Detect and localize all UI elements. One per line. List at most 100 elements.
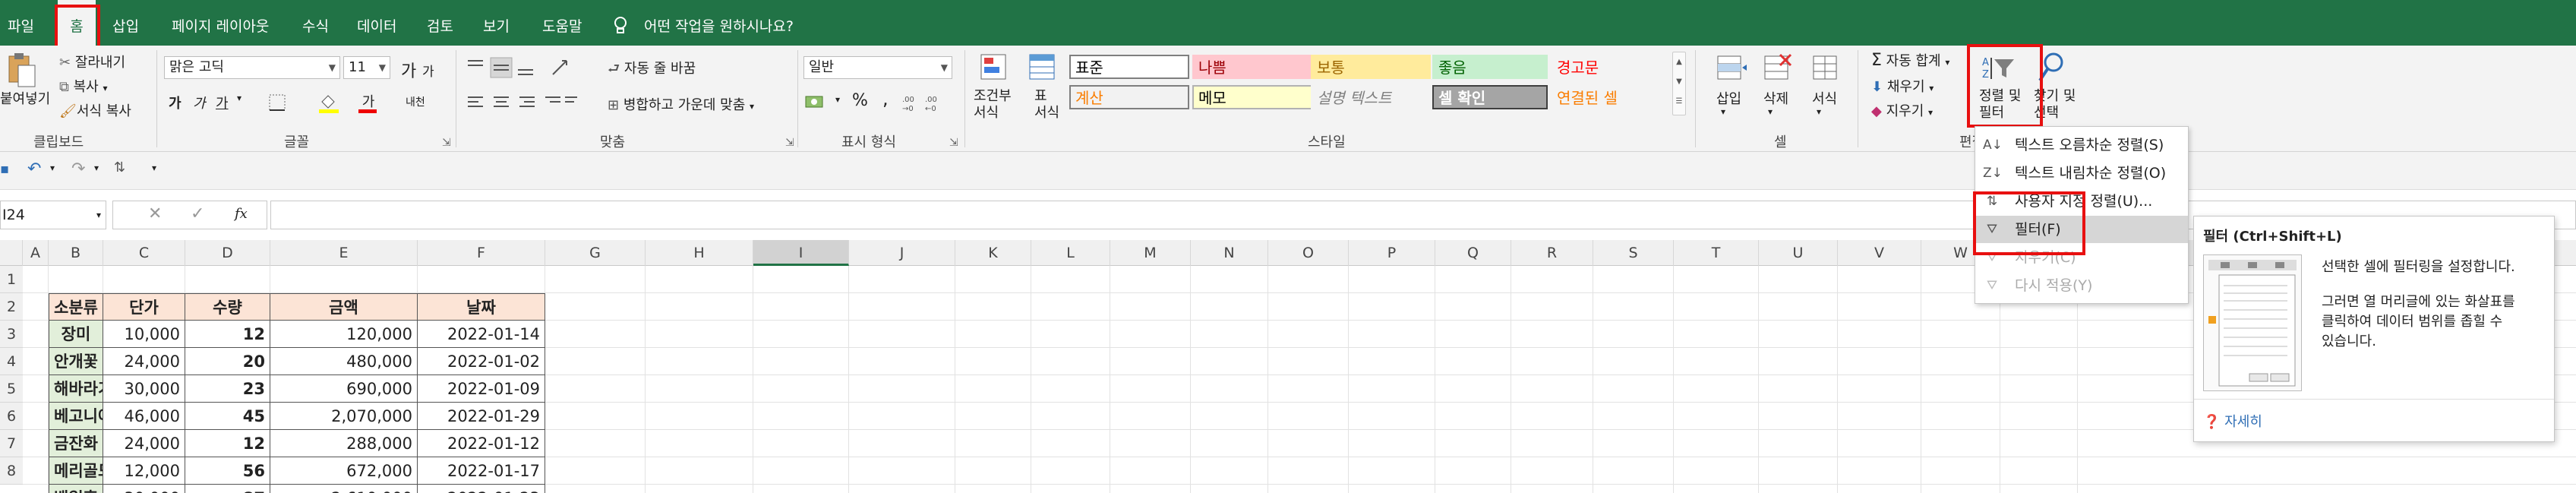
italic-button[interactable]: 가 xyxy=(193,93,206,112)
find-select-icon[interactable] xyxy=(2037,50,2070,85)
sort-filter-icon[interactable]: AZ xyxy=(1982,52,2017,85)
table-cell[interactable]: 2022-01-23 xyxy=(418,485,545,493)
alignment-dialog-launcher-icon[interactable]: ⇲ xyxy=(785,137,794,149)
table-cell[interactable]: 672,000 xyxy=(270,457,418,485)
table-row-label[interactable]: 장미 xyxy=(49,321,103,348)
format-painter-button[interactable]: 🖌서식 복사 xyxy=(59,100,131,120)
cell-style-linked[interactable]: 연결된 셀 xyxy=(1551,85,1671,109)
cut-button[interactable]: ✂ 잘라내기 xyxy=(59,52,125,71)
column-header-n[interactable]: N xyxy=(1191,240,1268,266)
column-header-s[interactable]: S xyxy=(1593,240,1674,266)
tab-insert[interactable]: 삽입 xyxy=(112,0,139,46)
row-header-6[interactable]: 6 xyxy=(0,403,23,430)
table-cell[interactable]: 30,000 xyxy=(103,485,185,493)
cell-style-normal[interactable]: 표준 xyxy=(1069,55,1189,79)
table-cell[interactable]: 12,000 xyxy=(103,457,185,485)
row-header-2[interactable]: 2 xyxy=(0,293,23,321)
table-cell[interactable]: 2,070,000 xyxy=(270,403,418,430)
table-header-cell[interactable]: 수량 xyxy=(185,293,270,321)
table-cell[interactable]: 690,000 xyxy=(270,375,418,403)
currency-icon[interactable] xyxy=(803,91,831,114)
name-box[interactable]: I24 ▾ xyxy=(0,201,106,229)
table-row-label[interactable]: 금잔화 xyxy=(49,430,103,457)
format-as-table-button[interactable]: 표 서식 xyxy=(1034,88,1059,122)
cancel-icon[interactable]: ✕ xyxy=(148,204,162,223)
bold-button[interactable]: 가 xyxy=(169,93,182,112)
underline-dropdown[interactable]: ▾ xyxy=(237,93,242,103)
column-header-k[interactable]: K xyxy=(955,240,1031,266)
table-cell[interactable]: 2022-01-29 xyxy=(418,403,545,430)
column-header-u[interactable]: U xyxy=(1759,240,1838,266)
table-cell[interactable]: 46,000 xyxy=(103,403,185,430)
cell-style-calculation[interactable]: 계산 xyxy=(1069,85,1189,109)
table-header-cell[interactable]: 금액 xyxy=(270,293,418,321)
column-header-f[interactable]: F xyxy=(418,240,545,266)
row-header-1[interactable]: 1 xyxy=(0,266,23,293)
paste-button-label[interactable]: 붙여넣기 xyxy=(0,88,50,108)
column-header-h[interactable]: H xyxy=(646,240,753,266)
cell-style-bad[interactable]: 나쁨 xyxy=(1192,55,1312,79)
horizontal-align-icons[interactable] xyxy=(465,91,579,114)
shrink-font-button[interactable]: 가 xyxy=(422,61,434,80)
undo-dropdown[interactable]: ▾ xyxy=(50,163,55,173)
merge-center-button[interactable]: ⊞ 병합하고 가운데 맞춤 ▾ xyxy=(608,94,754,114)
table-row-label[interactable]: 베고니아 xyxy=(49,403,103,430)
table-cell[interactable]: 2,610,000 xyxy=(270,485,418,493)
menu-item-sort-desc[interactable]: Z↓ 텍스트 내림차순 정렬(O) xyxy=(1975,160,2188,187)
table-cell[interactable]: 480,000 xyxy=(270,348,418,375)
vertical-align-icons[interactable] xyxy=(465,56,541,79)
currency-dropdown[interactable]: ▾ xyxy=(835,94,840,105)
table-cell[interactable]: 24,000 xyxy=(103,430,185,457)
column-header-b[interactable]: B xyxy=(49,240,103,266)
menu-item-reapply[interactable]: ⛛ 다시 적용(Y) xyxy=(1975,272,2188,299)
enter-icon[interactable]: ✓ xyxy=(191,204,204,223)
tell-me-search[interactable]: 어떤 작업을 원하시나요? xyxy=(644,0,794,46)
menu-item-custom-sort[interactable]: ⇅ 사용자 지정 정렬(U)... xyxy=(1975,188,2188,215)
tab-data[interactable]: 데이터 xyxy=(357,0,396,46)
phonetic-button[interactable]: 내천 xyxy=(406,94,425,109)
column-header-q[interactable]: Q xyxy=(1435,240,1511,266)
table-cell[interactable]: 45 xyxy=(185,403,270,430)
menu-item-clear-filter[interactable]: ⛛ 지우기(C) xyxy=(1975,244,2188,271)
table-row-label[interactable]: 해바라기 xyxy=(49,375,103,403)
table-header-cell[interactable]: 소분류 xyxy=(49,293,103,321)
table-cell[interactable]: 2022-01-09 xyxy=(418,375,545,403)
cell-style-warning[interactable]: 경고문 xyxy=(1551,55,1671,79)
font-color-icon[interactable]: 가 xyxy=(355,91,381,114)
tab-help[interactable]: 도움말 xyxy=(542,0,582,46)
format-dropdown[interactable]: ▾ xyxy=(1817,106,1821,117)
cell-style-good[interactable]: 좋음 xyxy=(1432,55,1548,79)
column-header-e[interactable]: E xyxy=(270,240,418,266)
table-cell[interactable]: 120,000 xyxy=(270,321,418,348)
table-cell[interactable]: 2022-01-14 xyxy=(418,321,545,348)
column-header-t[interactable]: T xyxy=(1674,240,1759,266)
column-header-g[interactable]: G xyxy=(545,240,646,266)
autosum-button[interactable]: Σ 자동 합계 ▾ xyxy=(1871,50,1949,70)
font-name-combo[interactable]: 맑은 고딕 ▼ xyxy=(164,56,340,79)
number-format-combo[interactable]: 일반 ▼ xyxy=(803,56,952,79)
tell-me-more-link[interactable]: ❓ 자세히 xyxy=(2203,411,2262,431)
table-cell[interactable]: 23 xyxy=(185,375,270,403)
cell-style-check[interactable]: 셀 확인 xyxy=(1432,85,1548,109)
percent-button[interactable]: % xyxy=(852,91,868,110)
tab-page-layout[interactable]: 페이지 레이아웃 xyxy=(172,0,269,46)
delete-dropdown[interactable]: ▾ xyxy=(1768,106,1773,117)
row-header-3[interactable]: 3 xyxy=(0,321,23,348)
column-header-m[interactable]: M xyxy=(1110,240,1191,266)
font-size-combo[interactable]: 11 ▼ xyxy=(343,56,390,79)
insert-cells-button[interactable]: 삽입 xyxy=(1716,88,1741,108)
tab-file[interactable]: 파일 xyxy=(8,0,34,46)
column-header-d[interactable]: D xyxy=(185,240,270,266)
menu-item-sort-asc[interactable]: A↓ 텍스트 오름차순 정렬(S) xyxy=(1975,131,2188,159)
number-dialog-launcher-icon[interactable]: ⇲ xyxy=(949,137,958,149)
table-header-cell[interactable]: 날짜 xyxy=(418,293,545,321)
table-cell[interactable]: 2022-01-02 xyxy=(418,348,545,375)
font-dialog-launcher-icon[interactable]: ⇲ xyxy=(442,137,451,149)
row-header-4[interactable]: 4 xyxy=(0,348,23,375)
table-cell[interactable]: 12 xyxy=(185,321,270,348)
table-cell[interactable]: 12 xyxy=(185,430,270,457)
column-header-j[interactable]: J xyxy=(849,240,955,266)
column-header-l[interactable]: L xyxy=(1031,240,1110,266)
column-header-o[interactable]: O xyxy=(1268,240,1349,266)
tab-review[interactable]: 검토 xyxy=(427,0,453,46)
